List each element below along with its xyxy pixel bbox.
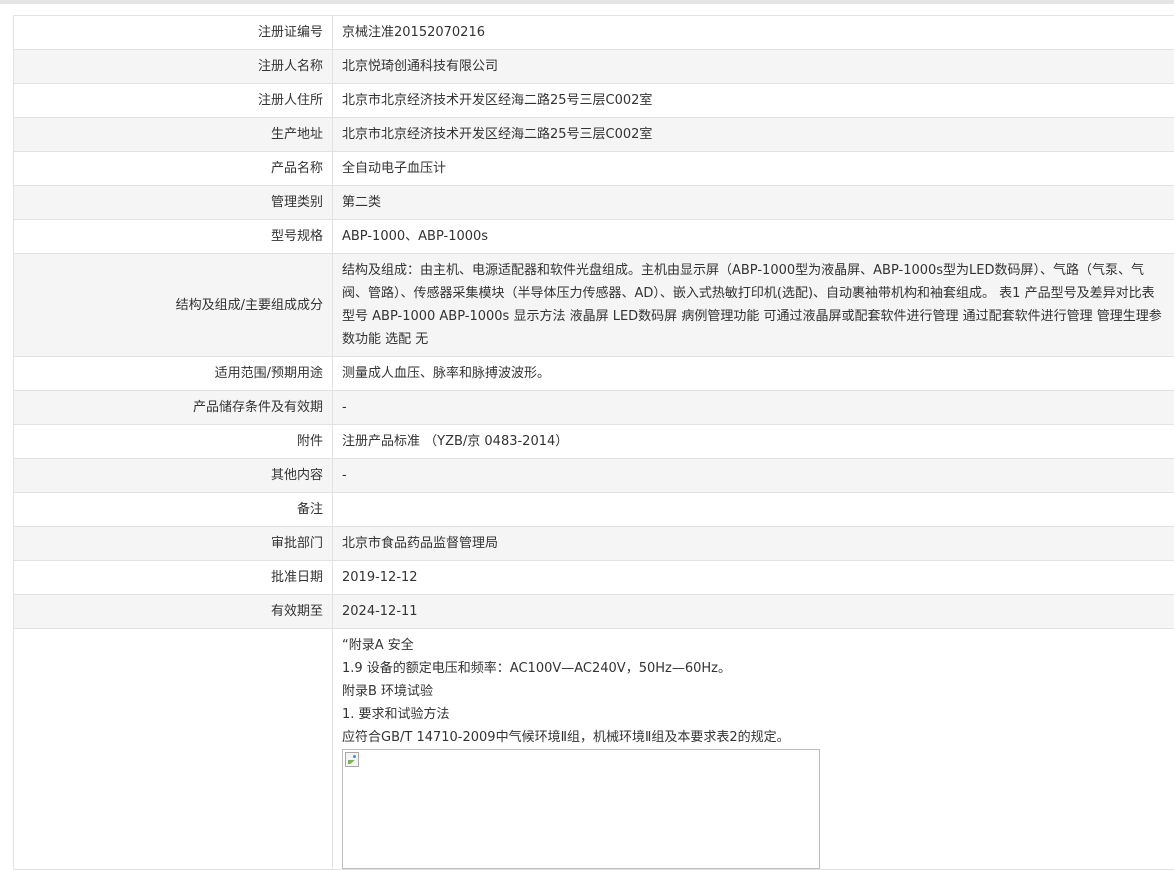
row-label: 管理类别 <box>14 186 333 220</box>
table-row: 附件 注册产品标准 （YZB/京 0483-2014） <box>14 425 1174 459</box>
broken-image <box>342 749 820 869</box>
row-label: 批准日期 <box>14 561 333 595</box>
table-row: 型号规格 ABP-1000、ABP-1000s <box>14 220 1174 254</box>
row-value: 第二类 <box>333 186 1174 220</box>
notes-value: “附录A 安全 1.9 设备的额定电压和频率：AC100V—AC240V，50H… <box>333 629 1174 870</box>
row-value: 北京市北京经济技术开发区经海二路25号三层C002室 <box>333 118 1174 152</box>
note-line: 应符合GB/T 14710-2009中气候环境Ⅱ组，机械环境Ⅱ组及本要求表2的规… <box>342 726 1168 749</box>
row-value: 全自动电子血压计 <box>333 152 1174 186</box>
table-row: 备注 <box>14 493 1174 527</box>
row-label: 其他内容 <box>14 459 333 493</box>
row-label: 附件 <box>14 425 333 459</box>
row-label: 适用范围/预期用途 <box>14 357 333 391</box>
row-value: 2019-12-12 <box>333 561 1174 595</box>
row-label: 审批部门 <box>14 527 333 561</box>
row-label: 生产地址 <box>14 118 333 152</box>
row-label: 注册人名称 <box>14 50 333 84</box>
row-label: 产品名称 <box>14 152 333 186</box>
table-row: 审批部门 北京市食品药品监督管理局 <box>14 527 1174 561</box>
row-label: 有效期至 <box>14 595 333 629</box>
table-row: 适用范围/预期用途 测量成人血压、脉率和脉搏波波形。 <box>14 357 1174 391</box>
row-label: 结构及组成/主要组成成分 <box>14 254 333 357</box>
row-label: 备注 <box>14 493 333 527</box>
table-row: 结构及组成/主要组成成分 结构及组成：由主机、电源适配器和软件光盘组成。主机由显… <box>14 254 1174 357</box>
row-label: 产品储存条件及有效期 <box>14 391 333 425</box>
row-label: 型号规格 <box>14 220 333 254</box>
row-value: 测量成人血压、脉率和脉搏波波形。 <box>333 357 1174 391</box>
table-row: 产品名称 全自动电子血压计 <box>14 152 1174 186</box>
table-row: 产品储存条件及有效期 - <box>14 391 1174 425</box>
row-value: - <box>333 391 1174 425</box>
row-value: 注册产品标准 （YZB/京 0483-2014） <box>333 425 1174 459</box>
row-value: 北京市食品药品监督管理局 <box>333 527 1174 561</box>
note-line: 1. 要求和试验方法 <box>342 703 1168 726</box>
table-row: 管理类别 第二类 <box>14 186 1174 220</box>
note-line: “附录A 安全 <box>342 634 1168 657</box>
row-value: 2024-12-11 <box>333 595 1174 629</box>
notes-row: “附录A 安全 1.9 设备的额定电压和频率：AC100V—AC240V，50H… <box>14 629 1174 870</box>
notes-label <box>14 629 333 870</box>
row-value: 京械注准20152070216 <box>333 16 1174 50</box>
table-row: 批准日期 2019-12-12 <box>14 561 1174 595</box>
row-value: - <box>333 459 1174 493</box>
table-row: 注册证编号 京械注准20152070216 <box>14 16 1174 50</box>
table-row: 有效期至 2024-12-11 <box>14 595 1174 629</box>
row-value: 北京悦琦创通科技有限公司 <box>333 50 1174 84</box>
row-value: ABP-1000、ABP-1000s <box>333 220 1174 254</box>
row-value: 北京市北京经济技术开发区经海二路25号三层C002室 <box>333 84 1174 118</box>
row-label: 注册证编号 <box>14 16 333 50</box>
row-value: 结构及组成：由主机、电源适配器和软件光盘组成。主机由显示屏（ABP-1000型为… <box>333 254 1174 357</box>
note-line: 1.9 设备的额定电压和频率：AC100V—AC240V，50Hz—60Hz。 <box>342 657 1168 680</box>
table-row: 生产地址 北京市北京经济技术开发区经海二路25号三层C002室 <box>14 118 1174 152</box>
broken-image-icon <box>345 752 359 767</box>
row-value <box>333 493 1174 527</box>
note-line: 附录B 环境试验 <box>342 680 1168 703</box>
table-row: 注册人住所 北京市北京经济技术开发区经海二路25号三层C002室 <box>14 84 1174 118</box>
table-row: 其他内容 - <box>14 459 1174 493</box>
row-label: 注册人住所 <box>14 84 333 118</box>
registration-info-table: 注册证编号 京械注准20152070216 注册人名称 北京悦琦创通科技有限公司… <box>13 15 1174 870</box>
table-row: 注册人名称 北京悦琦创通科技有限公司 <box>14 50 1174 84</box>
top-border <box>0 0 1174 4</box>
